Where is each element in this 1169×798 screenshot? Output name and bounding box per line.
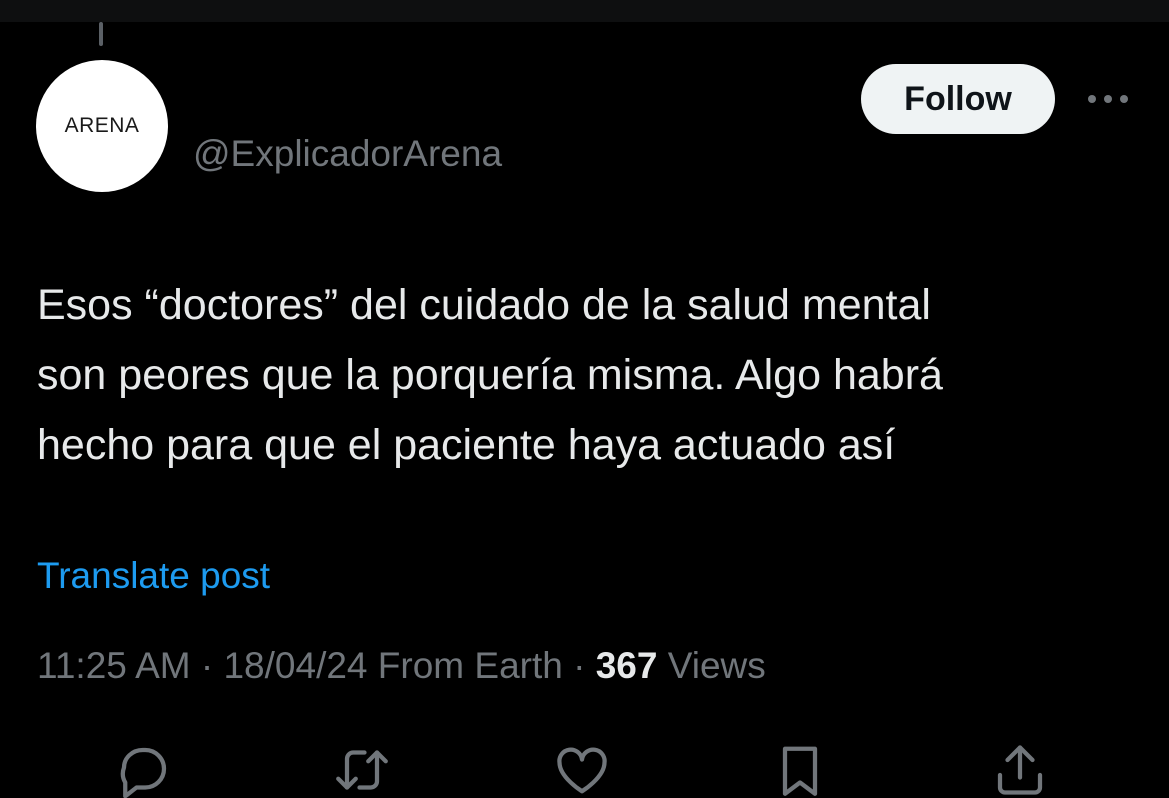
reply-button[interactable] [112, 738, 176, 798]
views-label[interactable]: Views [668, 645, 766, 686]
post-metadata: 11:25 AM · 18/04/24 From Earth · 367 Vie… [37, 645, 766, 687]
avatar-logo-text: ARENA [64, 114, 140, 137]
views-count[interactable]: 367 [596, 645, 658, 686]
translate-post-link[interactable]: Translate post [37, 555, 270, 597]
post-detail-view: ARENA @ExplicadorArena Follow Esos “doct… [0, 0, 1169, 798]
author-handle[interactable]: @ExplicadorArena [193, 133, 502, 175]
more-horizontal-icon [1088, 95, 1128, 103]
reply-icon [120, 747, 167, 798]
post-text: Esos “doctores” del cuidado de la salud … [37, 270, 1137, 480]
like-button[interactable] [550, 738, 614, 798]
repost-icon [336, 750, 388, 790]
top-bar [0, 0, 1169, 22]
repost-button[interactable] [330, 738, 394, 798]
meta-separator: · [200, 645, 214, 686]
post-time[interactable]: 11:25 AM [37, 645, 191, 686]
avatar[interactable]: ARENA [36, 60, 168, 192]
follow-button[interactable]: Follow [861, 64, 1055, 134]
post-text-line: son peores que la porquería misma. Algo … [37, 351, 943, 399]
post-date[interactable]: 18/04/24 [223, 645, 367, 686]
bookmark-button[interactable] [768, 738, 832, 798]
heart-icon [557, 747, 607, 794]
more-options-button[interactable] [1083, 84, 1133, 114]
share-icon [997, 745, 1043, 795]
thread-connector-line [99, 22, 103, 46]
post-text-line: Esos “doctores” del cuidado de la salud … [37, 281, 931, 329]
post-text-line: hecho para que el paciente haya actuado … [37, 421, 896, 469]
meta-separator: · [573, 645, 586, 686]
bookmark-icon [782, 746, 818, 796]
share-button[interactable] [988, 738, 1052, 798]
post-source: From Earth [377, 645, 563, 686]
